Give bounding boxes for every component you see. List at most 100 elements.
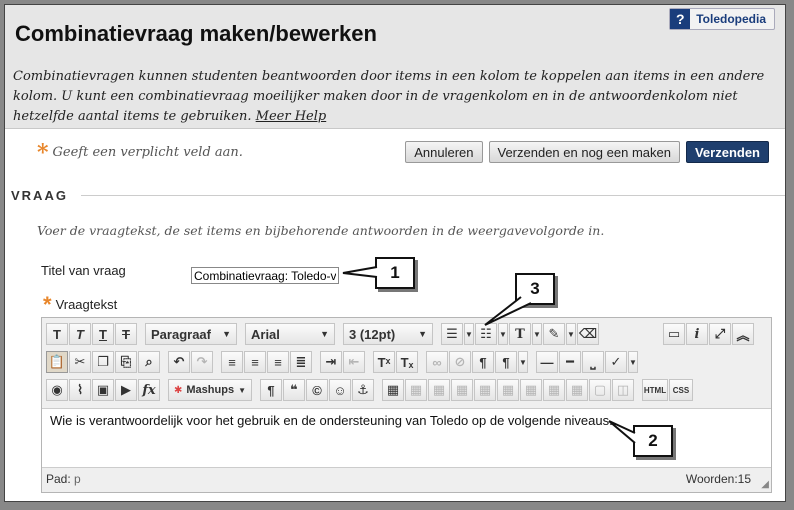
- resize-grip-icon[interactable]: ◢: [761, 479, 769, 490]
- bold-t-icon[interactable]: T: [46, 323, 68, 345]
- intro-text-body: Combinatievragen kunnen studenten beantw…: [13, 69, 765, 124]
- toolbar-row-1: T T T T Paragraaf ▼ Arial ▼ 3 (12pt) ▼ ☰ ▼ …: [46, 322, 754, 346]
- toledopedia-label: Toledopedia: [696, 12, 766, 26]
- cut-icon[interactable]: ✂: [69, 351, 91, 373]
- indent-icon[interactable]: ⇥: [320, 351, 342, 373]
- align-right-icon[interactable]: ≡: [267, 351, 289, 373]
- spellcheck-dropdown-icon[interactable]: ▼: [628, 351, 638, 373]
- question-title-input[interactable]: [191, 267, 339, 284]
- callout-2: 2: [633, 425, 673, 457]
- size-select[interactable]: 3 (12pt) ▼: [343, 323, 433, 345]
- page-title: Combinatievraag maken/bewerken: [15, 21, 377, 46]
- nonbreaking-space-icon[interactable]: ⎵: [582, 351, 604, 373]
- fullscreen-icon[interactable]: ⤢: [709, 323, 731, 345]
- editor-content-text: Wie is verantwoordelijk voor het gebruik…: [50, 413, 613, 428]
- mashups-label: Mashups: [186, 384, 235, 396]
- attach-file-icon[interactable]: ⌇: [69, 379, 91, 401]
- insert-row-after-icon[interactable]: ▦: [474, 379, 496, 401]
- cancel-button[interactable]: Annuleren: [405, 141, 483, 163]
- more-help-link[interactable]: Meer Help: [256, 109, 327, 124]
- record-icon[interactable]: ◉: [46, 379, 68, 401]
- format-select[interactable]: Paragraaf ▼: [145, 323, 237, 345]
- html-button[interactable]: HTML: [642, 379, 668, 401]
- spellcheck-icon[interactable]: ✓: [605, 351, 627, 373]
- table-cell-props-icon[interactable]: ▦: [428, 379, 450, 401]
- numbered-list-dropdown-icon[interactable]: ▼: [498, 323, 508, 345]
- anchor-icon[interactable]: ⚓: [352, 379, 374, 401]
- rich-text-editor: T T T T Paragraaf ▼ Arial ▼ 3 (12pt) ▼ ☰ ▼ …: [41, 317, 772, 493]
- horizontal-rule-icon[interactable]: —: [536, 351, 558, 373]
- submit-and-new-button[interactable]: Verzenden en nog een maken: [488, 141, 680, 163]
- word-count: Woorden:15: [685, 472, 751, 486]
- redo-icon[interactable]: ↷: [191, 351, 213, 373]
- section-divider: [81, 195, 785, 196]
- required-star-icon: *: [43, 291, 52, 317]
- math-function-icon[interactable]: fx: [138, 379, 160, 401]
- image-icon[interactable]: ▣: [92, 379, 114, 401]
- intro-text: Combinatievragen kunnen studenten beantw…: [13, 67, 779, 127]
- chevron-down-icon: ▼: [320, 329, 329, 339]
- rtl-icon[interactable]: ¶: [495, 351, 517, 373]
- size-select-value: 3 (12pt): [349, 326, 396, 342]
- collapse-icon[interactable]: ︽: [732, 323, 754, 345]
- undo-icon[interactable]: ↶: [168, 351, 190, 373]
- direction-dropdown-icon[interactable]: ▼: [518, 351, 528, 373]
- delete-col-icon[interactable]: ▦: [566, 379, 588, 401]
- find-icon[interactable]: ⌕: [138, 351, 160, 373]
- font-select[interactable]: Arial ▼: [245, 323, 335, 345]
- thick-rule-icon[interactable]: ━: [559, 351, 581, 373]
- highlight-icon[interactable]: ✎: [543, 323, 565, 345]
- text-color-icon[interactable]: T: [509, 323, 531, 345]
- preview-icon[interactable]: ▭: [663, 323, 685, 345]
- unlink-icon[interactable]: ⊘: [449, 351, 471, 373]
- chevron-down-icon: ▼: [238, 385, 246, 395]
- section-heading: VRAAG: [11, 188, 68, 203]
- quote-icon[interactable]: ❝: [283, 379, 305, 401]
- toolbar-row-3: ◉ ⌇ ▣ ▶ fx ✱ Mashups ▼ ¶ ❝ © ☺ ⚓ ▦ ▦ ▦ ▦ ▦…: [46, 378, 693, 402]
- delete-row-icon[interactable]: ▦: [497, 379, 519, 401]
- eraser-icon[interactable]: ⌫: [577, 323, 599, 345]
- format-select-value: Paragraaf: [151, 326, 211, 342]
- subscript-icon[interactable]: Tₓ: [396, 351, 418, 373]
- required-note-text: Geeft een verplicht veld aan.: [52, 145, 243, 160]
- strikethrough-t-icon[interactable]: T: [115, 323, 137, 345]
- table-row-props-icon[interactable]: ▦: [405, 379, 427, 401]
- numbered-list-icon[interactable]: ☷: [475, 323, 497, 345]
- ltr-icon[interactable]: ¶: [472, 351, 494, 373]
- emoticon-icon[interactable]: ☺: [329, 379, 351, 401]
- insert-col-after-icon[interactable]: ▦: [543, 379, 565, 401]
- align-justify-icon[interactable]: ≣: [290, 351, 312, 373]
- submit-button[interactable]: Verzenden: [685, 141, 769, 163]
- italic-t-icon[interactable]: T: [69, 323, 91, 345]
- superscript-icon[interactable]: Tˣ: [373, 351, 395, 373]
- media-icon[interactable]: ▶: [115, 379, 137, 401]
- toledopedia-help-button[interactable]: ? Toledopedia: [669, 8, 775, 30]
- required-field-note: * Geeft een verplicht veld aan.: [37, 139, 243, 166]
- outdent-icon[interactable]: ⇤: [343, 351, 365, 373]
- required-star-icon: *: [37, 139, 49, 166]
- highlight-dropdown-icon[interactable]: ▼: [566, 323, 576, 345]
- insert-row-before-icon[interactable]: ▦: [451, 379, 473, 401]
- text-color-dropdown-icon[interactable]: ▼: [532, 323, 542, 345]
- insert-col-before-icon[interactable]: ▦: [520, 379, 542, 401]
- paste-icon[interactable]: ⎘: [115, 351, 137, 373]
- help-icon: ?: [670, 9, 691, 29]
- page-header: Combinatievraag maken/bewerken ? Toledop…: [5, 5, 785, 129]
- css-button[interactable]: CSS: [669, 379, 693, 401]
- split-cells-icon[interactable]: ◫: [612, 379, 634, 401]
- info-icon[interactable]: i: [686, 323, 708, 345]
- merge-cells-icon[interactable]: ▢: [589, 379, 611, 401]
- bullet-list-icon[interactable]: ☰: [441, 323, 463, 345]
- page-frame: Combinatievraag maken/bewerken ? Toledop…: [4, 4, 786, 502]
- link-icon[interactable]: ∞: [426, 351, 448, 373]
- bullet-list-dropdown-icon[interactable]: ▼: [464, 323, 474, 345]
- clipboard-icon[interactable]: 📋: [46, 351, 68, 373]
- mashups-dropdown[interactable]: ✱ Mashups ▼: [168, 379, 252, 401]
- paragraph-icon[interactable]: ¶: [260, 379, 282, 401]
- align-center-icon[interactable]: ≡: [244, 351, 266, 373]
- copy-icon[interactable]: ❐: [92, 351, 114, 373]
- align-left-icon[interactable]: ≡: [221, 351, 243, 373]
- table-icon[interactable]: ▦: [382, 379, 404, 401]
- copyright-icon[interactable]: ©: [306, 379, 328, 401]
- underline-t-icon[interactable]: T: [92, 323, 114, 345]
